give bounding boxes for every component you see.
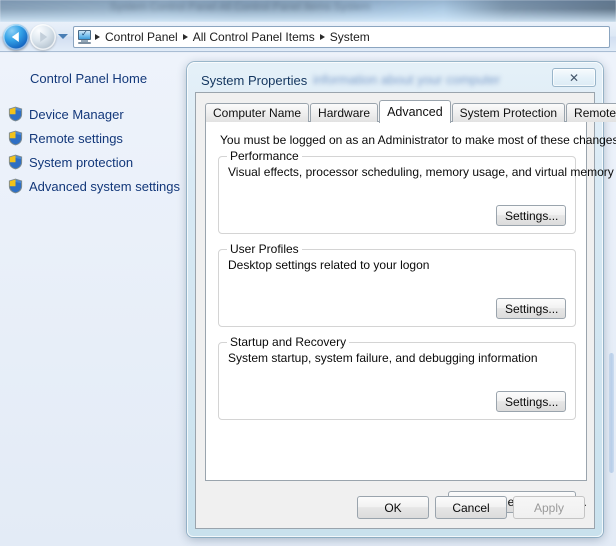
group-performance-description: Visual effects, processor scheduling, me… (228, 165, 614, 179)
computer-icon: ✓ (77, 29, 93, 44)
tab-label: Remote (574, 106, 616, 120)
sidebar-item-advanced-system-settings[interactable]: Advanced system settings (8, 174, 190, 198)
tab-advanced[interactable]: Advanced (379, 100, 451, 123)
dialog-title: System Properties (201, 73, 308, 88)
sidebar-item-label: Advanced system settings (29, 178, 181, 194)
explorer-glass-titlebar: System Control Panel All Control Panel I… (0, 0, 616, 22)
control-panel-sidebar: Control Panel Home Device Manager Remote… (0, 53, 190, 546)
vertical-scrollbar-thumb[interactable] (609, 353, 614, 473)
breadcrumb-system[interactable]: System (326, 30, 374, 44)
breadcrumb-all-control-panel-items[interactable]: All Control Panel Items (189, 30, 319, 44)
system-properties-dialog: System Properties information about your… (187, 62, 616, 537)
screen: System Control Panel All Control Panel I… (0, 0, 616, 546)
sidebar-item-label: System protection (29, 154, 134, 170)
sidebar-item-control-panel-home[interactable]: Control Panel Home (30, 71, 190, 86)
group-startup-and-recovery-legend: Startup and Recovery (227, 335, 350, 349)
sidebar-item-system-protection[interactable]: System protection (8, 150, 190, 174)
user-profiles-settings-button[interactable]: Settings... (496, 298, 566, 319)
cancel-button[interactable]: Cancel (435, 496, 507, 519)
footer-separator (196, 488, 594, 489)
shield-icon (8, 154, 23, 170)
back-arrow-icon (11, 31, 19, 42)
shield-icon (8, 178, 23, 194)
group-user-profiles-description: Desktop settings related to your logon (228, 258, 430, 272)
group-startup-and-recovery: Startup and Recovery System startup, sys… (218, 335, 576, 420)
tab-remote[interactable]: Remote (566, 103, 616, 122)
tab-label: Advanced (387, 105, 443, 119)
close-icon: ✕ (568, 70, 580, 85)
group-user-profiles-legend: User Profiles (227, 242, 302, 256)
tab-label: Hardware (318, 106, 371, 120)
breadcrumb-separator-icon (182, 33, 188, 40)
group-performance: Performance Visual effects, processor sc… (218, 149, 614, 234)
tab-system-protection[interactable]: System Protection (451, 103, 566, 122)
explorer-navigation-bar: ✓ Control Panel All Control Panel Items … (0, 22, 616, 52)
tab-label: Computer Name (213, 106, 302, 120)
sidebar-item-label: Remote settings (29, 130, 123, 146)
forward-arrow-icon (40, 31, 48, 42)
dialog-client-area: Computer Name Hardware Advanced System P… (195, 92, 616, 529)
administrator-note: You must be logged on as an Administrato… (220, 133, 616, 147)
dialog-footer-buttons: OK Cancel Apply (357, 496, 585, 519)
breadcrumb-separator-icon (95, 33, 100, 40)
tab-label: System Protection (459, 106, 558, 120)
shield-icon (8, 106, 23, 122)
address-bar[interactable]: ✓ Control Panel All Control Panel Items … (73, 25, 610, 48)
history-dropdown-button[interactable] (56, 24, 70, 50)
group-startup-and-recovery-description: System startup, system failure, and debu… (228, 351, 538, 365)
tab-page-advanced: You must be logged on as an Administrato… (205, 121, 616, 481)
startup-and-recovery-settings-button[interactable]: Settings... (496, 391, 566, 412)
close-button[interactable]: ✕ (552, 68, 596, 87)
tab-strip: Computer Name Hardware Advanced System P… (205, 100, 616, 123)
dialog-title-background-ghost-text: information about your computer (313, 72, 501, 87)
group-user-profiles: User Profiles Desktop settings related t… (218, 242, 576, 327)
sidebar-item-remote-settings[interactable]: Remote settings (8, 126, 190, 150)
chevron-down-icon (58, 34, 68, 39)
performance-settings-button[interactable]: Settings... (496, 205, 566, 226)
apply-button: Apply (513, 496, 585, 519)
explorer-glass-blur-text: System Control Panel All Control Panel I… (110, 1, 371, 13)
group-performance-legend: Performance (227, 149, 302, 163)
shield-icon (8, 130, 23, 146)
forward-button[interactable] (30, 23, 56, 50)
back-button[interactable] (3, 23, 29, 50)
sidebar-item-label: Device Manager (29, 106, 124, 122)
tab-computer-name[interactable]: Computer Name (205, 103, 310, 122)
breadcrumb-control-panel[interactable]: Control Panel (101, 30, 182, 44)
tab-hardware[interactable]: Hardware (310, 103, 379, 122)
breadcrumb-separator-icon (319, 33, 325, 40)
ok-button[interactable]: OK (357, 496, 429, 519)
sidebar-item-device-manager[interactable]: Device Manager (8, 102, 190, 126)
